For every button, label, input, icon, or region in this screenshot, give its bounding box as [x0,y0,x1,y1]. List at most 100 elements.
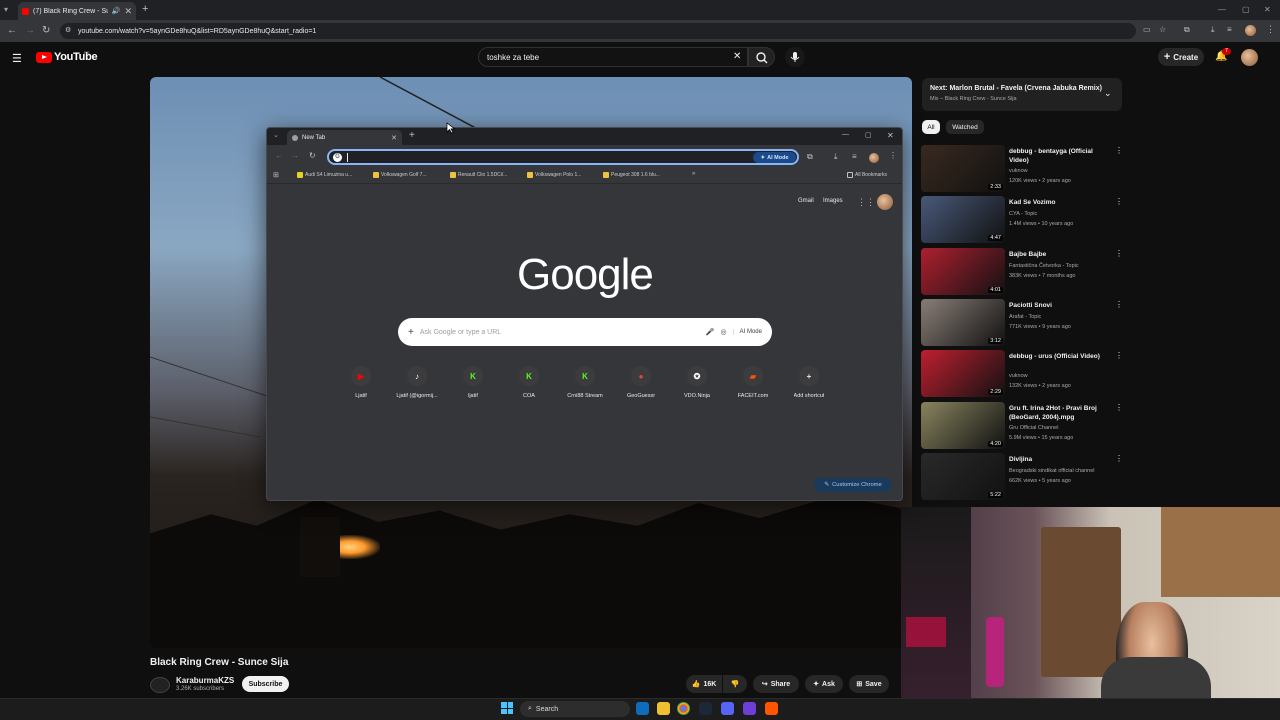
youtube-logo-icon[interactable] [36,52,52,63]
bookmark-item[interactable]: Audi S4 Limuzina u... [297,172,352,178]
back-icon[interactable]: ← [7,25,17,36]
shortcut-tile[interactable]: ♪ Ljatif (@igormij... [391,366,443,399]
bookmark-item[interactable]: Renault Clio 1.5DCi/... [450,172,507,178]
rec-more-icon[interactable]: ⋮ [1115,454,1123,463]
rec-channel[interactable]: vuknow [1009,371,1119,381]
subscribe-button[interactable]: Subscribe [242,676,289,692]
shortcut-tile[interactable]: + Add shortcut [783,366,835,399]
bookmark-star-icon[interactable]: ☆ [1159,25,1166,34]
discord-icon[interactable] [721,702,734,715]
shortcut-tile[interactable]: ▶ Ljatif [335,366,387,399]
profile-avatar[interactable] [869,153,879,163]
chrome-menu-icon[interactable]: ⋮ [889,151,897,160]
dislike-button[interactable]: 👎 [723,675,747,693]
google-account-avatar[interactable] [877,194,893,210]
apps-grid-icon[interactable]: ⊞ [273,171,279,179]
google-search-box[interactable]: + Ask Google or type a URL 🎤 ◎ AI Mode [398,318,772,346]
tab-close-icon[interactable]: ✕ [124,6,132,17]
faceit-icon[interactable] [765,702,778,715]
reload-icon[interactable]: ↻ [42,25,50,36]
clear-search-icon[interactable]: ✕ [733,51,741,62]
hamburger-menu-icon[interactable]: ☰ [12,52,22,65]
chip-watched[interactable]: Watched [946,120,984,134]
extensions-icon[interactable]: ⧉ [807,152,813,162]
rec-more-icon[interactable]: ⋮ [1115,351,1123,360]
site-info-icon[interactable]: ⚙ [65,26,71,34]
media-icon[interactable]: ≡ [852,152,857,161]
images-link[interactable]: Images [823,198,843,204]
maximize-icon[interactable]: ▢ [865,131,872,139]
rec-thumbnail[interactable]: 2:29 [921,350,1005,398]
tab-new-tab[interactable]: New Tab ✕ [287,130,402,145]
shortcut-tile[interactable]: ✪ VDO.Ninja [671,366,723,399]
tab-search-icon[interactable]: ⌄ [273,131,279,139]
shortcut-tile[interactable]: K Crni88 Stream [559,366,611,399]
rec-title[interactable]: Gru ft. Irina 2Hot - Pravi Broj (BeoGard… [1009,404,1113,422]
customize-chrome-button[interactable]: ✎ Customize Chrome [814,478,892,492]
youtube-avatar[interactable] [1241,49,1258,66]
rec-thumbnail[interactable]: 5:22 [921,452,1005,500]
rec-channel[interactable]: vuknow [1009,166,1119,176]
share-button[interactable]: ↪ Share [753,675,799,693]
minimize-icon[interactable]: — [842,131,849,138]
google-apps-icon[interactable]: ⋮⋮ [857,197,875,208]
steam-icon[interactable] [699,702,712,715]
bookmark-item[interactable]: Volkswagen Golf 7... [373,172,427,178]
tab-close-icon[interactable]: ✕ [391,134,397,142]
taskbar-search[interactable]: ⌕ Search [520,701,630,717]
chrome-icon[interactable] [677,702,690,715]
download-icon[interactable]: ⤓ [1211,25,1215,35]
shortcut-tile[interactable]: ● GeoGuessr [615,366,667,399]
chrome-menu-icon[interactable]: ⋮ [1266,24,1275,35]
rec-thumbnail[interactable]: 3:12 [921,298,1005,346]
forward-icon[interactable]: → [291,151,299,160]
rec-more-icon[interactable]: ⋮ [1115,249,1123,258]
extensions-icon[interactable]: ⧉ [1184,25,1190,35]
close-window-icon[interactable]: ✕ [1264,5,1271,14]
like-button[interactable]: 👍 16K [686,675,722,693]
rec-more-icon[interactable]: ⋮ [1115,403,1123,412]
bookmark-item[interactable]: Peugeot 308 1.6 blu... [603,172,660,178]
new-tab-omnibox[interactable]: G [327,149,799,165]
rec-more-icon[interactable]: ⋮ [1115,300,1123,309]
rec-channel[interactable]: Arafat - Topic [1009,312,1119,322]
shortcut-tile[interactable]: K ljatif [447,366,499,399]
url-bar[interactable]: youtube.com/watch?v=5aynGDe8huQ&list=RD5… [60,23,1136,39]
create-button[interactable]: + Create [1158,48,1204,66]
chip-all[interactable]: All [922,120,940,134]
microphone-icon[interactable]: 🎤 [706,328,715,336]
close-window-icon[interactable]: ✕ [887,131,894,140]
gmail-link[interactable]: Gmail [798,198,814,204]
rec-thumbnail[interactable]: 4:01 [921,247,1005,295]
youtube-logo-text[interactable]: YouTube [54,51,98,63]
rec-more-icon[interactable]: ⋮ [1115,146,1123,155]
profile-avatar[interactable] [1245,25,1256,36]
rec-channel[interactable]: Beogradski sindikat official channel [1009,466,1119,476]
voice-search-button[interactable] [785,47,805,67]
forward-icon[interactable]: → [25,25,35,36]
youtube-search-input[interactable]: toshke za tebe [478,47,748,67]
shortcut-tile[interactable]: ▰ FACEIT.com [727,366,779,399]
search-button[interactable] [748,47,775,67]
more-bookmarks-icon[interactable]: » [692,171,695,177]
windows-start-icon[interactable] [501,702,513,714]
bookmark-item[interactable]: Volkswagen Polo 1... [527,172,581,178]
new-tab-window[interactable]: ⌄ New Tab ✕ + — ▢ ✕ ← → ↻ G ✦ AI Mode ⧉ … [266,127,903,501]
rec-more-icon[interactable]: ⋮ [1115,197,1123,206]
shortcut-tile[interactable]: K COA [503,366,555,399]
speaker-icon[interactable]: 🔊 [112,7,121,15]
mix-panel-header[interactable] [922,78,1122,111]
maximize-icon[interactable]: ▢ [1242,5,1250,14]
rec-title[interactable]: Kad Se Vozimo [1009,198,1113,207]
rec-thumbnail[interactable]: 4:47 [921,196,1005,244]
new-tab-plus-icon[interactable]: + [142,3,148,15]
file-explorer-icon[interactable] [657,702,670,715]
rec-title[interactable]: debbug - bentayga (Official Video) [1009,147,1113,165]
ai-mode-button[interactable]: ✦ AI Mode [753,152,796,163]
reload-icon[interactable]: ↻ [309,151,316,160]
search-ai-mode-button[interactable]: AI Mode [732,329,762,335]
chevron-down-icon[interactable]: ⌄ [1104,88,1112,99]
tab-search-icon[interactable]: ▾ [4,5,8,14]
ask-button[interactable]: ✦ Ask [805,675,843,693]
cast-icon[interactable]: ▭ [1143,25,1151,34]
